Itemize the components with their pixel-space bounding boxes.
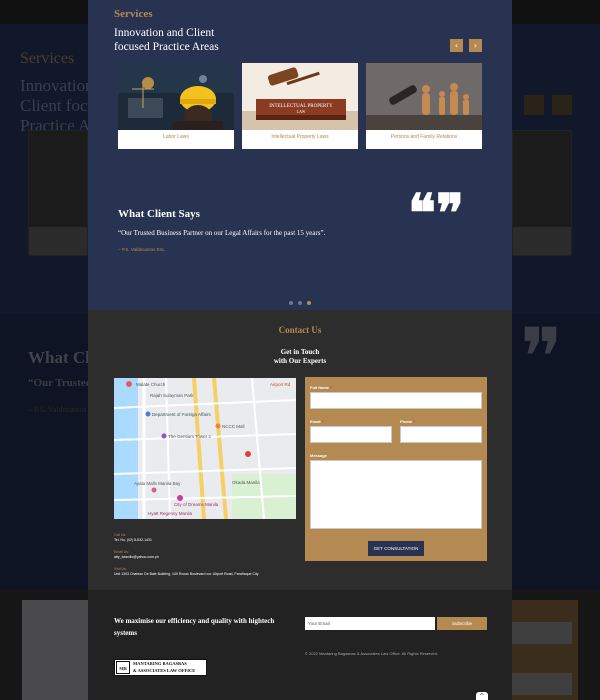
background-prev-arrow	[524, 95, 544, 115]
map-place-label: NCCC Mall	[222, 424, 245, 429]
main-content: Services Innovation and Client focused P…	[88, 0, 512, 700]
get-consultation-button[interactable]: GET CONSULTATION	[368, 541, 424, 556]
map-place-label: City of Dreams Manila	[174, 502, 219, 507]
logo-line1: MANTARING BAGASBAS	[133, 661, 187, 666]
quote-icon: ❝❞	[408, 183, 464, 244]
newsletter-email-input[interactable]: Your Email	[305, 617, 435, 630]
footer: We maximise our efficiency and quality w…	[88, 590, 512, 700]
logo-mark-icon: M|B	[116, 661, 130, 674]
email-label: Email Us:	[114, 550, 129, 554]
chevron-left-icon: ‹	[454, 41, 459, 50]
services-heading-line1: Innovation and Client	[114, 27, 215, 39]
contact-label: Contact Us	[278, 325, 322, 335]
map-place-label: Ayala Malls Manila Bay	[134, 481, 181, 486]
services-section: Services Innovation and Client focused P…	[88, 0, 512, 310]
testimonial-author: – P.S. Valdecantos Esc.	[118, 247, 166, 252]
email-field-label: Email *	[310, 419, 324, 424]
service-card-caption: Intellectual Property Laws	[271, 134, 329, 140]
full-name-label: Full Name *	[310, 385, 332, 390]
service-card-ip-laws[interactable]: INTELLECTUAL PROPERTY LAW Intellectual P…	[242, 63, 358, 149]
ip-book-title-line2: LAW	[297, 109, 306, 114]
location-map[interactable]: Malate Church Rajah Sulayman Park Depart…	[114, 378, 296, 519]
company-logo[interactable]: M|B MANTARING BAGASBAS & ASSOCIATES LAW …	[114, 659, 207, 676]
chevron-up-icon: ^	[479, 693, 485, 700]
chevron-right-icon: ›	[473, 41, 478, 50]
call-label: Call Us:	[114, 533, 127, 537]
visit-value: Unit 1303 Chateau De Baie Building, 149 …	[114, 572, 259, 576]
carousel-next-button[interactable]: ›	[469, 39, 482, 52]
testimonial-heading: What Client Says	[118, 208, 200, 220]
background-form-field	[512, 622, 572, 644]
map-place-label: Department of Foreign Affairs	[152, 412, 211, 417]
email-value[interactable]: atty_bascillo@yahoo.com.ph	[114, 555, 159, 559]
phone-field[interactable]	[400, 426, 482, 443]
consultation-form: Full Name * Email * Phone * Message GET …	[305, 377, 487, 561]
call-value[interactable]: Tel. No. (02) 8-832-1431	[114, 538, 152, 542]
email-field[interactable]	[310, 426, 392, 443]
background-next-arrow	[552, 95, 572, 115]
carousel-dot[interactable]	[298, 301, 302, 305]
message-label: Message	[310, 453, 327, 458]
background-card-right	[512, 130, 572, 256]
map-place-label: The Gentium Tower 2	[168, 434, 211, 439]
service-card-labor-laws[interactable]: Labor Laws	[118, 63, 234, 149]
background-card-left	[28, 130, 88, 256]
scroll-to-top-button[interactable]: ^	[476, 692, 488, 700]
contact-subheading-line2: with Our Experts	[273, 357, 327, 365]
services-label: Services	[114, 8, 153, 20]
contact-section: Contact Us Get in Touch with Our Experts…	[88, 310, 512, 590]
background-quote-icon: ❞	[520, 311, 564, 404]
contact-subheading-line1: Get in Touch	[280, 348, 320, 356]
copyright-text: © 2022 Mantaring Bagasbas & Associates L…	[305, 651, 438, 656]
carousel-dot-active[interactable]	[307, 301, 311, 305]
service-card-caption: Labor Laws	[163, 134, 189, 140]
services-heading-line2: focused Practice Areas	[114, 41, 219, 53]
message-textarea[interactable]	[310, 460, 482, 529]
testimonial-quote: “Our Trusted Business Partner on our Leg…	[118, 229, 326, 237]
carousel-dot[interactable]	[289, 301, 293, 305]
map-place-label: Hyatt Regency Manila	[148, 511, 193, 516]
labor-laws-image	[118, 63, 234, 130]
map-place-label: Okada Manila	[232, 480, 260, 485]
logo-line2: & ASSOCIATES LAW OFFICE	[133, 668, 196, 673]
background-map	[22, 600, 88, 700]
service-card-family-relations[interactable]: Persons and Family Relations	[366, 63, 482, 149]
background-services-label: Services	[20, 50, 75, 67]
background-form-field	[512, 673, 572, 695]
map-place-label: Rajah Sulayman Park	[150, 393, 194, 398]
visit-label: Visit Us:	[114, 567, 127, 571]
ip-laws-image: INTELLECTUAL PROPERTY LAW	[242, 63, 358, 130]
map-place-label: Malate Church	[136, 382, 166, 387]
full-name-input[interactable]	[310, 392, 482, 409]
services-heading: Innovation and Client focused Practice A…	[114, 26, 244, 54]
phone-field-label: Phone *	[400, 419, 415, 424]
family-relations-image	[366, 63, 482, 130]
footer-tagline: We maximise our efficiency and quality w…	[114, 617, 275, 637]
subscribe-button[interactable]: Subscribe	[437, 617, 487, 630]
carousel-prev-button[interactable]: ‹	[450, 39, 463, 52]
service-card-caption: Persons and Family Relations	[390, 134, 458, 140]
map-place-label: Airport Rd	[270, 382, 291, 387]
